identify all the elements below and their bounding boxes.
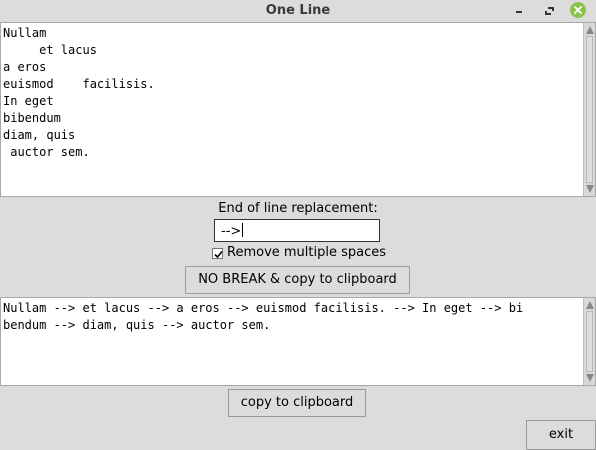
output-scrollbar[interactable] [583,298,595,385]
title-bar[interactable]: One Line [0,0,596,22]
replacement-value: --> [221,224,242,239]
scroll-up-icon[interactable] [586,301,594,309]
input-scrollbar[interactable] [583,23,595,196]
text-caret [242,223,244,237]
close-icon[interactable] [570,2,586,18]
scroll-thumb[interactable] [586,311,593,372]
window-title: One Line [265,3,331,18]
checkmark-icon [214,250,223,259]
remove-spaces-label[interactable]: Remove multiple spaces [227,245,386,260]
replacement-input[interactable]: --> [214,219,380,242]
output-text-area[interactable]: Nullam --> et lacus --> a eros --> euism… [0,297,596,386]
input-text-content: Nullam et lacus a eros euismod facilisis… [3,26,155,159]
input-text-area[interactable]: Nullam et lacus a eros euismod facilisis… [0,22,596,197]
copy-to-clipboard-button[interactable]: copy to clipboard [228,389,366,417]
maximize-icon[interactable] [540,2,558,19]
remove-spaces-checkbox[interactable] [212,248,223,259]
exit-button[interactable]: exit [526,420,596,450]
nobreak-copy-button[interactable]: NO BREAK & copy to clipboard [185,266,410,294]
scroll-down-icon[interactable] [586,185,594,193]
output-text-content: Nullam --> et lacus --> a eros --> euism… [3,301,524,332]
minimize-icon[interactable] [510,2,528,19]
scroll-thumb[interactable] [586,36,593,183]
scroll-down-icon[interactable] [586,374,594,382]
scroll-up-icon[interactable] [586,26,594,34]
replacement-label: End of line replacement: [218,201,378,216]
